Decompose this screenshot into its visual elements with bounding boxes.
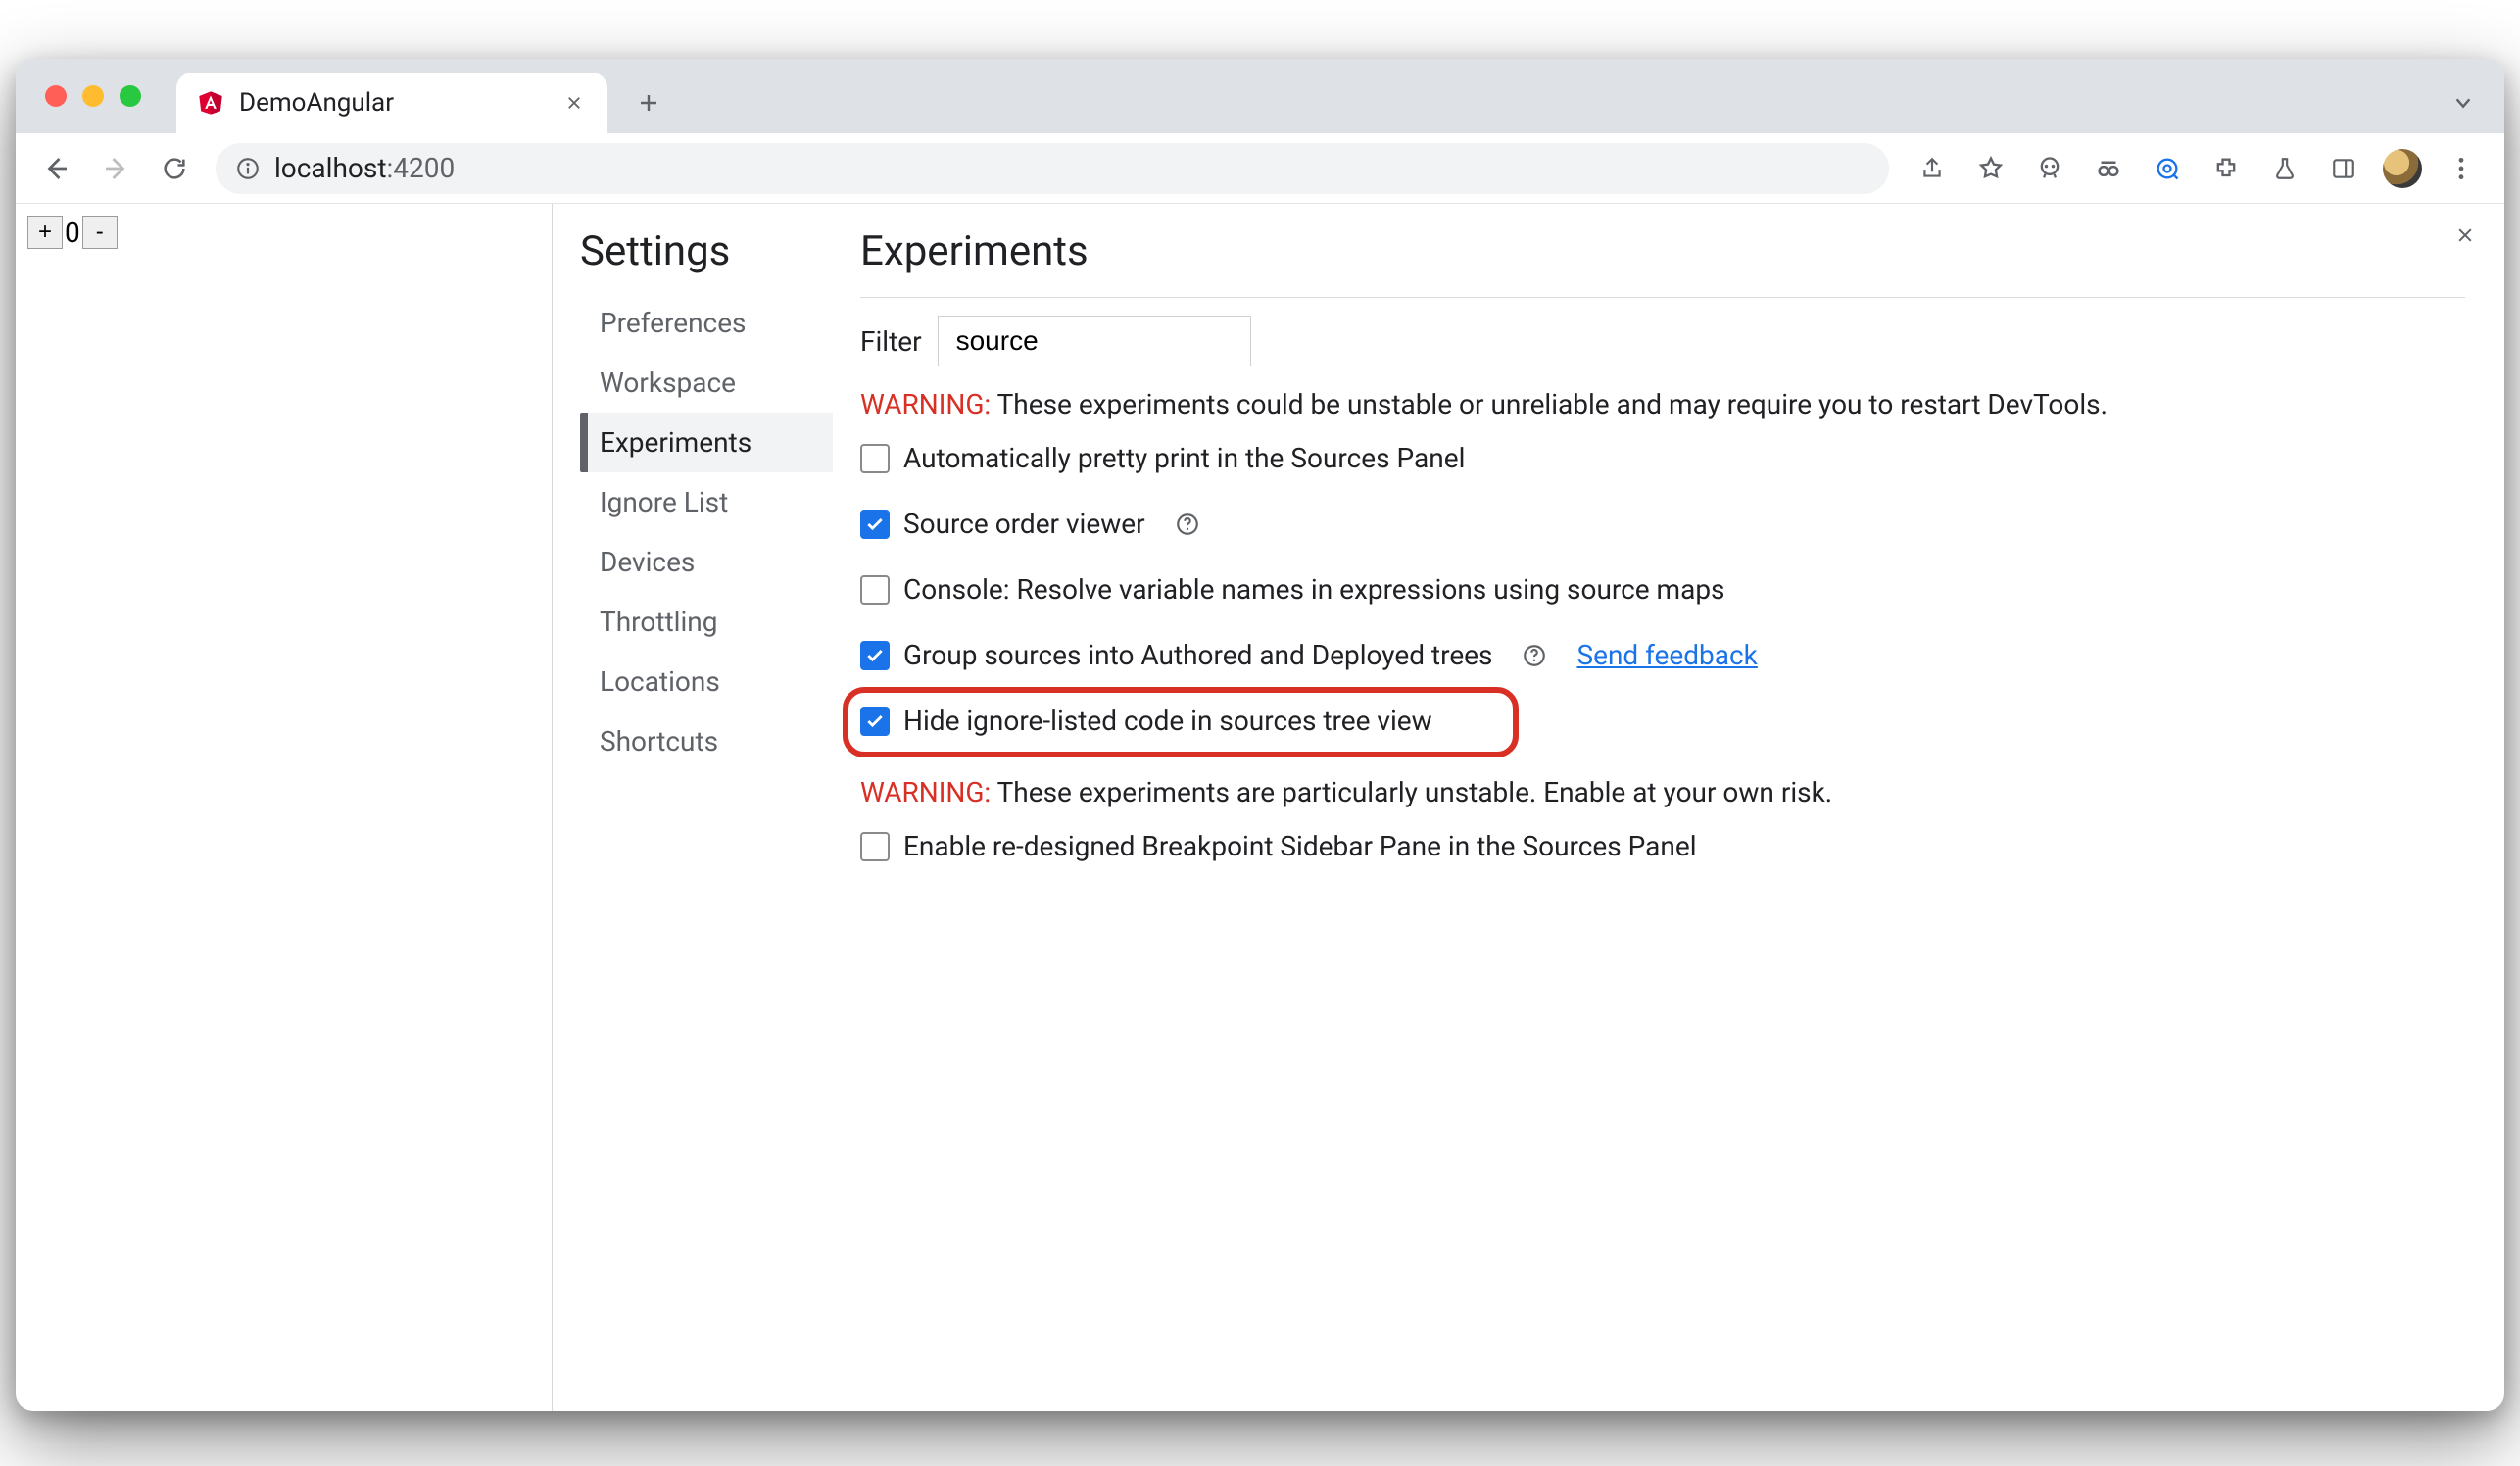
experiment-label: Console: Resolve variable names in expre…	[903, 573, 1725, 606]
settings-nav-item-ignore-list[interactable]: Ignore List	[580, 472, 833, 532]
extension-icon-incognito[interactable]	[2089, 149, 2128, 188]
browser-tab[interactable]: DemoAngular	[176, 73, 607, 133]
page-counter-widget: + 0 -	[27, 216, 540, 249]
share-icon[interactable]	[1913, 149, 1952, 188]
experiment-label: Hide ignore-listed code in sources tree …	[903, 705, 1432, 737]
window-controls	[45, 59, 141, 133]
extensions-menu-icon[interactable]	[2206, 149, 2246, 188]
window-close-button[interactable]	[45, 85, 67, 107]
experiment-label: Automatically pretty print in the Source…	[903, 442, 1465, 474]
url-port: :4200	[386, 152, 455, 184]
divider	[860, 297, 2465, 298]
decrement-button[interactable]: -	[82, 216, 118, 249]
experiment-row: Console: Resolve variable names in expre…	[860, 573, 2465, 606]
browser-toolbar: localhost:4200	[16, 133, 2504, 204]
tab-search-button[interactable]	[2440, 79, 2487, 126]
tab-close-button[interactable]	[560, 89, 588, 117]
experiments-list-unstable: Enable re-designed Breakpoint Sidebar Pa…	[860, 830, 2465, 862]
settings-title: Settings	[580, 227, 833, 275]
address-bar[interactable]: localhost:4200	[216, 143, 1889, 194]
browser-menu-button[interactable]	[2442, 149, 2481, 188]
warning-text: These experiments could be unstable or u…	[991, 388, 2108, 420]
angular-icon	[196, 88, 225, 118]
labs-flask-icon[interactable]	[2265, 149, 2304, 188]
reload-button[interactable]	[149, 143, 200, 194]
counter-value: 0	[65, 217, 80, 249]
experiment-label: Enable re-designed Breakpoint Sidebar Pa…	[903, 830, 1697, 862]
experiment-feedback-link[interactable]: Send feedback	[1576, 639, 1757, 671]
extension-icon-target[interactable]	[2148, 149, 2187, 188]
experiments-list-main: Automatically pretty print in the Source…	[860, 442, 2465, 737]
experiment-checkbox[interactable]	[860, 832, 890, 861]
experiment-label: Source order viewer	[903, 508, 1145, 540]
tab-strip: DemoAngular	[16, 59, 2504, 133]
settings-sidebar: Settings PreferencesWorkspaceExperiments…	[553, 204, 833, 1411]
settings-nav-item-preferences[interactable]: Preferences	[580, 293, 833, 353]
site-info-icon[interactable]	[233, 154, 263, 183]
experiments-warning-1: WARNING: These experiments could be unst…	[860, 388, 2465, 420]
experiment-row: Enable re-designed Breakpoint Sidebar Pa…	[860, 830, 2465, 862]
tab-title: DemoAngular	[239, 88, 547, 118]
toolbar-extensions	[1905, 149, 2489, 188]
bookmark-star-icon[interactable]	[1971, 149, 2011, 188]
warning-label: WARNING:	[860, 776, 991, 808]
increment-button[interactable]: +	[27, 216, 63, 249]
experiment-row: Hide ignore-listed code in sources tree …	[860, 705, 2465, 737]
warning-label: WARNING:	[860, 388, 991, 420]
experiment-row: Source order viewer	[860, 508, 2465, 540]
experiment-row: Automatically pretty print in the Source…	[860, 442, 2465, 474]
help-icon[interactable]	[1520, 641, 1549, 670]
filter-input[interactable]	[938, 316, 1251, 366]
experiments-heading: Experiments	[860, 227, 2465, 275]
page-viewport: + 0 -	[16, 204, 553, 1411]
help-icon[interactable]	[1173, 510, 1202, 539]
experiment-checkbox[interactable]	[860, 444, 890, 473]
filter-label: Filter	[860, 325, 922, 358]
side-panel-icon[interactable]	[2324, 149, 2363, 188]
content-area: + 0 - Settings PreferencesWorkspaceExper…	[16, 204, 2504, 1411]
settings-nav-item-shortcuts[interactable]: Shortcuts	[580, 711, 833, 771]
settings-nav: PreferencesWorkspaceExperimentsIgnore Li…	[580, 293, 833, 771]
forward-button[interactable]	[90, 143, 141, 194]
devtools-settings-panel: Settings PreferencesWorkspaceExperiments…	[553, 204, 2504, 1411]
experiment-row: Group sources into Authored and Deployed…	[860, 639, 2465, 671]
experiment-checkbox[interactable]	[860, 575, 890, 605]
browser-window: DemoAngular	[16, 59, 2504, 1411]
settings-close-button[interactable]	[2447, 218, 2483, 253]
extension-icon-alien[interactable]	[2030, 149, 2069, 188]
settings-nav-item-throttling[interactable]: Throttling	[580, 592, 833, 652]
experiment-checkbox[interactable]	[860, 510, 890, 539]
settings-nav-item-experiments[interactable]: Experiments	[580, 413, 833, 472]
window-minimize-button[interactable]	[82, 85, 104, 107]
settings-nav-item-devices[interactable]: Devices	[580, 532, 833, 592]
experiment-label: Group sources into Authored and Deployed…	[903, 639, 1492, 671]
back-button[interactable]	[31, 143, 82, 194]
experiment-checkbox[interactable]	[860, 707, 890, 736]
experiment-checkbox[interactable]	[860, 641, 890, 670]
settings-main: Experiments Filter WARNING: These experi…	[833, 204, 2504, 1411]
filter-row: Filter	[860, 316, 2465, 366]
window-maximize-button[interactable]	[120, 85, 141, 107]
url-text: localhost:4200	[274, 152, 455, 184]
url-host: localhost	[274, 152, 386, 184]
profile-avatar[interactable]	[2383, 149, 2422, 188]
new-tab-button[interactable]	[625, 79, 672, 126]
settings-nav-item-workspace[interactable]: Workspace	[580, 353, 833, 413]
experiments-warning-2: WARNING: These experiments are particula…	[860, 776, 2465, 808]
warning-text: These experiments are particularly unsta…	[991, 776, 1832, 808]
settings-nav-item-locations[interactable]: Locations	[580, 652, 833, 711]
